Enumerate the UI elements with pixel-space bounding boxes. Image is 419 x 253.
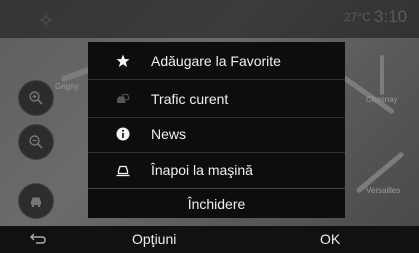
menu-item-traffic[interactable]: Trafic curent — [88, 82, 345, 116]
clock-display: 3:10 — [374, 7, 408, 26]
close-menu-button[interactable]: Închidere — [88, 188, 345, 219]
temperature-display: 27°C — [344, 10, 371, 24]
menu-item-news[interactable]: News — [88, 117, 345, 151]
zoom-in-icon — [29, 91, 43, 105]
menu-item-label: Înapoi la maşină — [151, 162, 253, 178]
zoom-in-button[interactable] — [18, 80, 54, 116]
menu-item-label: Trafic curent — [151, 91, 229, 107]
zoom-out-button[interactable] — [18, 124, 54, 160]
menu-item-label: News — [151, 126, 187, 142]
traffic-icon — [117, 94, 130, 103]
menu-item-back-to-car[interactable]: Înapoi la maşină — [88, 153, 345, 187]
menu-item-add-favorite[interactable]: Adăugare la Favorite — [88, 44, 345, 78]
bottom-bar: Opţiuni OK — [0, 226, 419, 253]
vehicle-position-button[interactable] — [18, 183, 54, 219]
status-bar: 27°C 3:10 — [0, 0, 419, 38]
car-icon — [31, 197, 41, 207]
options-button[interactable]: Opţiuni — [132, 226, 176, 253]
map-place-label: Grigny — [55, 82, 79, 91]
car-icon — [116, 165, 130, 177]
map-place-label: Chesnay — [366, 95, 398, 104]
map-place-label: Versailles — [366, 186, 401, 195]
info-icon — [116, 127, 130, 141]
menu-item-label: Adăugare la Favorite — [151, 53, 281, 69]
gps-position-icon — [40, 14, 52, 26]
navigation-screen: Grigny Chesnay Versailles 27°C 3:10 Adău… — [0, 0, 419, 253]
back-icon[interactable] — [30, 233, 46, 245]
divider — [88, 79, 345, 80]
ok-button[interactable]: OK — [320, 226, 340, 253]
options-menu: Adăugare la Favorite Trafic curent News — [88, 42, 345, 218]
star-icon — [116, 54, 130, 67]
zoom-out-icon — [29, 135, 43, 149]
